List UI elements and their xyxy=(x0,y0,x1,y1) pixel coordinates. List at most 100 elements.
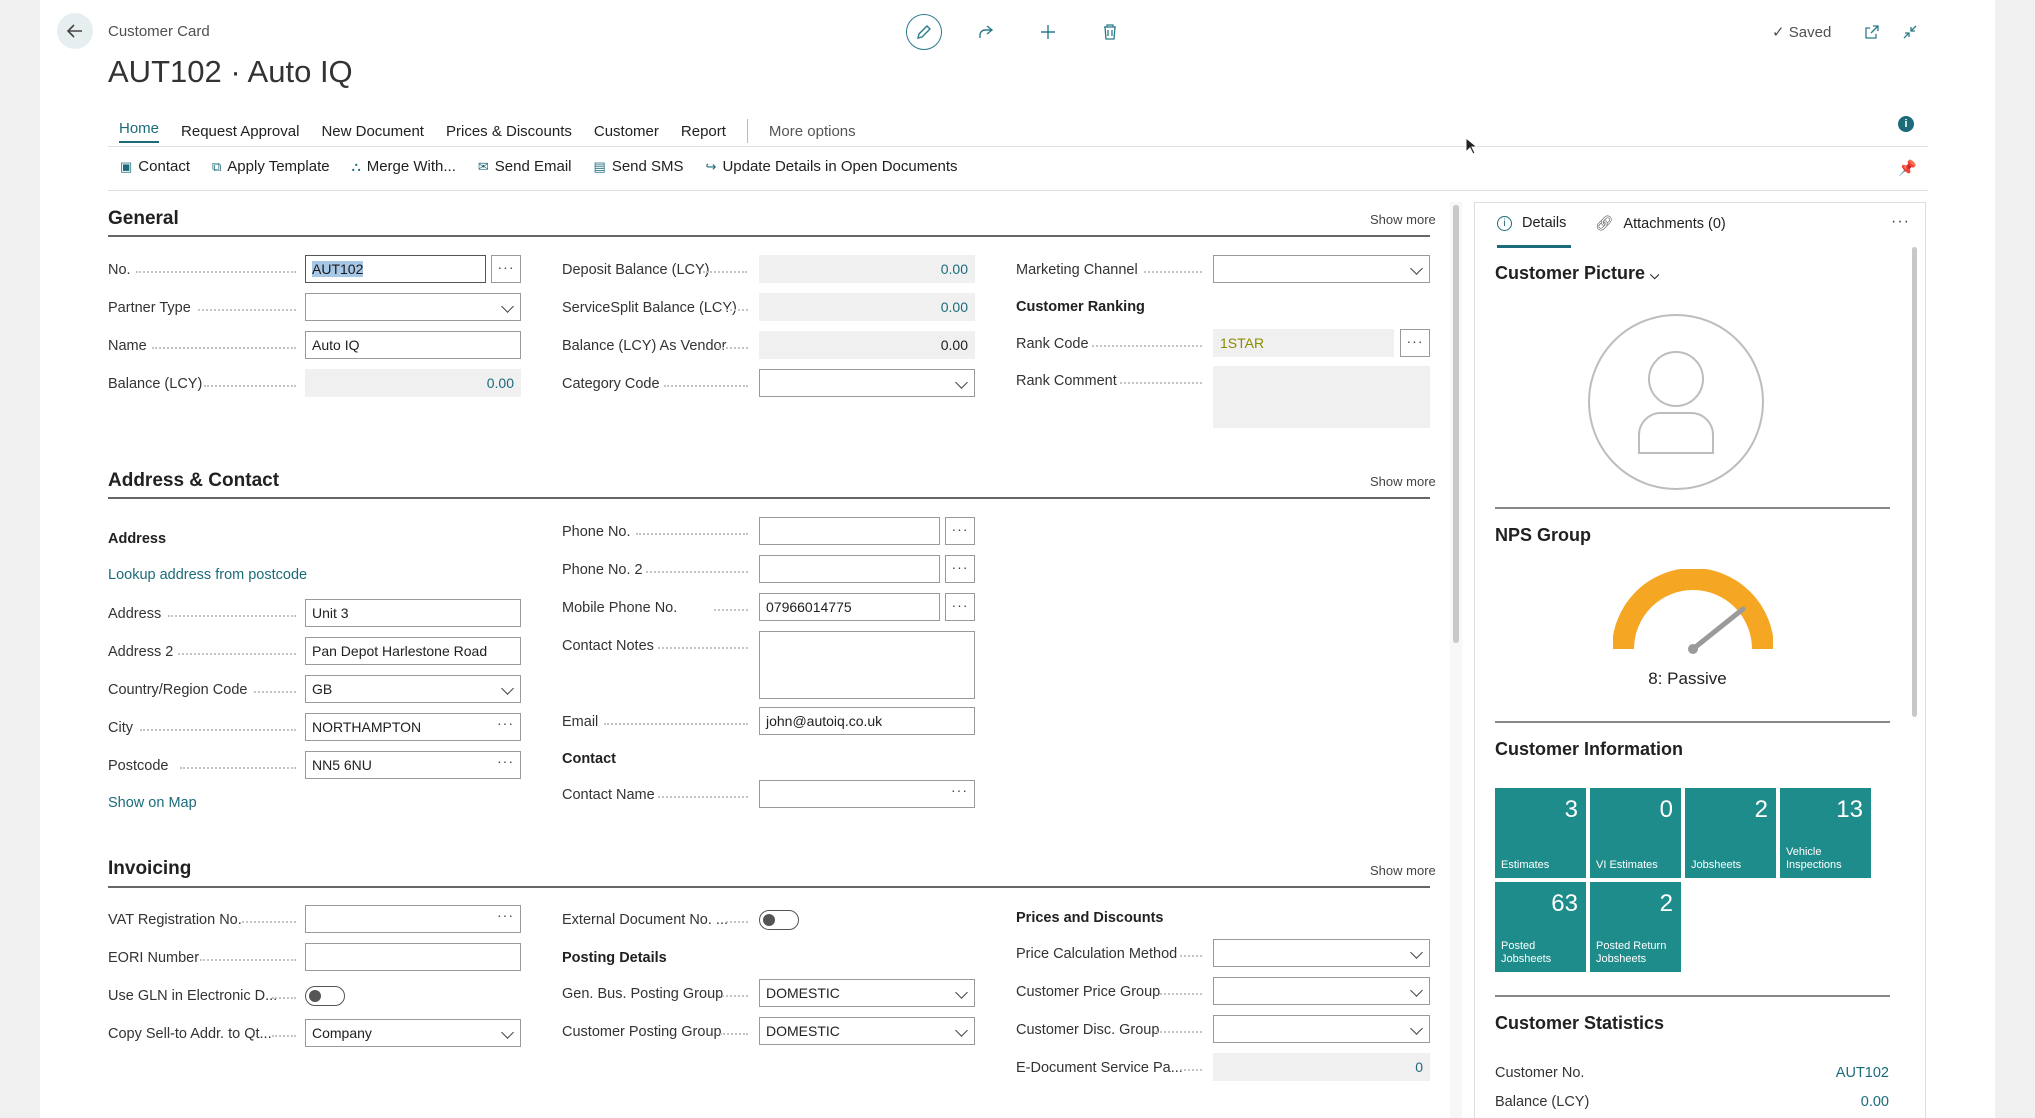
factbox-scrollbar[interactable] xyxy=(1912,247,1917,717)
page-scrollbar[interactable] xyxy=(1450,202,1462,1118)
chevron-down-icon xyxy=(1410,984,1423,997)
extdoc-toggle[interactable] xyxy=(759,910,799,930)
balvendor-value[interactable]: 0.00 xyxy=(759,331,975,359)
menu-request-approval[interactable]: Request Approval xyxy=(181,123,299,140)
ellipsis-icon[interactable]: ··· xyxy=(497,907,514,923)
scrollbar-thumb[interactable] xyxy=(1453,205,1459,643)
no-input[interactable]: AUT102 xyxy=(305,255,486,283)
marketing-select[interactable] xyxy=(1213,255,1430,283)
contact-name-input[interactable]: ··· xyxy=(759,780,975,808)
email-input[interactable]: john@autoiq.co.uk xyxy=(759,707,975,735)
tile-posted-jobsheets[interactable]: 63 Posted Jobsheets xyxy=(1495,882,1586,972)
custprice-select[interactable] xyxy=(1213,977,1430,1005)
section-divider xyxy=(108,886,1430,888)
custpost-select[interactable]: DOMESTIC xyxy=(759,1017,975,1045)
delete-button[interactable] xyxy=(1092,14,1128,50)
section-invoicing-title[interactable]: Invoicing xyxy=(108,858,191,880)
send-sms-action[interactable]: ▤ Send SMS xyxy=(594,158,684,175)
category-select[interactable] xyxy=(759,369,975,397)
gln-toggle[interactable] xyxy=(305,986,345,1006)
genbus-select[interactable]: DOMESTIC xyxy=(759,979,975,1007)
menu-report[interactable]: Report xyxy=(681,123,726,140)
menu-customer[interactable]: Customer xyxy=(594,123,659,140)
share-button[interactable] xyxy=(968,14,1004,50)
mobile-ellipsis-button[interactable]: ··· xyxy=(945,593,975,621)
apply-template-action[interactable]: ⧉ Apply Template xyxy=(212,158,330,175)
stat-customer-no-value[interactable]: AUT102 xyxy=(1836,1065,1889,1081)
tile-vi-estimates[interactable]: 0 VI Estimates xyxy=(1590,788,1681,878)
address-label: Address xyxy=(108,606,162,622)
country-label: Country/Region Code xyxy=(108,682,248,698)
custdisc-label: Customer Disc. Group xyxy=(1016,1022,1160,1038)
rank-comment-value[interactable] xyxy=(1213,366,1430,428)
more-options-icon[interactable]: ··· xyxy=(1891,213,1910,231)
arrow-right-icon: ↪ xyxy=(705,158,717,174)
phone2-input[interactable] xyxy=(759,555,940,583)
address-input[interactable]: Unit 3 xyxy=(305,599,521,627)
ellipsis-icon[interactable]: ··· xyxy=(497,715,514,731)
vat-input[interactable]: ··· xyxy=(305,905,521,933)
menu-more-options[interactable]: More options xyxy=(769,123,856,140)
ellipsis-icon[interactable]: ··· xyxy=(497,753,514,769)
servicesplit-value[interactable]: 0.00 xyxy=(759,293,975,321)
custdisc-select[interactable] xyxy=(1213,1015,1430,1043)
menu-new-document[interactable]: New Document xyxy=(321,123,424,140)
postcode-input[interactable]: NN5 6NU ··· xyxy=(305,751,521,779)
open-new-window-button[interactable] xyxy=(1854,14,1890,50)
stat-balance-value[interactable]: 0.00 xyxy=(1861,1094,1889,1110)
no-ellipsis-button[interactable]: ··· xyxy=(491,255,521,283)
info-icon[interactable]: i xyxy=(1898,116,1914,132)
pricecalc-select[interactable] xyxy=(1213,939,1430,967)
section-address-title[interactable]: Address & Contact xyxy=(108,470,279,492)
section-general-title[interactable]: General xyxy=(108,208,179,230)
edit-button[interactable] xyxy=(906,14,942,50)
rank-code-value[interactable]: 1STAR xyxy=(1213,329,1394,357)
copy-select[interactable]: Company xyxy=(305,1019,521,1047)
invoicing-show-more[interactable]: Show more xyxy=(1370,863,1436,878)
tab-details[interactable]: i Details xyxy=(1497,215,1566,231)
general-show-more[interactable]: Show more xyxy=(1370,212,1436,227)
new-button[interactable] xyxy=(1030,14,1066,50)
city-label: City xyxy=(108,720,133,736)
eori-input[interactable] xyxy=(305,943,521,971)
tile-posted-return-jobsheets[interactable]: 2 Posted Return Jobsheets xyxy=(1590,882,1681,972)
contact-action[interactable]: ▣ Contact xyxy=(120,158,190,175)
tile-estimates[interactable]: 3 Estimates xyxy=(1495,788,1586,878)
balance-value[interactable]: 0.00 xyxy=(305,369,521,397)
back-button[interactable] xyxy=(57,13,93,49)
menu-prices-discounts[interactable]: Prices & Discounts xyxy=(446,123,572,140)
picture-title[interactable]: Customer Picture ⌵ xyxy=(1495,263,1659,284)
address2-input[interactable]: Pan Depot Harlestone Road xyxy=(305,637,521,665)
send-email-action[interactable]: ✉ Send Email xyxy=(478,158,572,175)
name-input[interactable]: Auto IQ xyxy=(305,331,521,359)
info-outline-icon: i xyxy=(1497,215,1512,231)
collapse-button[interactable] xyxy=(1892,14,1928,50)
mobile-input[interactable]: 07966014775 xyxy=(759,593,940,621)
leader-dots xyxy=(636,525,748,535)
partner-type-select[interactable] xyxy=(305,293,521,321)
chevron-down-icon xyxy=(955,986,968,999)
edoc-value[interactable]: 0 xyxy=(1213,1053,1430,1081)
deposit-value[interactable]: 0.00 xyxy=(759,255,975,283)
merge-with-action[interactable]: ⛬ Merge With... xyxy=(352,158,456,175)
update-details-action[interactable]: ↪ Update Details in Open Documents xyxy=(706,158,958,175)
tab-attachments[interactable]: 🔗︎ Attachments (0) xyxy=(1595,215,1726,233)
tile-vehicle-inspections[interactable]: 13 Vehicle Inspections xyxy=(1780,788,1871,878)
tile-jobsheets[interactable]: 2 Jobsheets xyxy=(1685,788,1776,878)
lookup-postcode-link[interactable]: Lookup address from postcode xyxy=(108,567,307,583)
menu-home[interactable]: Home xyxy=(119,120,160,143)
show-on-map-link[interactable]: Show on Map xyxy=(108,795,197,811)
rank-code-ellipsis-button[interactable]: ··· xyxy=(1400,329,1430,357)
contact-notes-input[interactable] xyxy=(759,631,975,699)
pin-icon[interactable]: 📌 xyxy=(1898,159,1917,177)
genbus-label: Gen. Bus. Posting Group xyxy=(562,986,724,1002)
country-select[interactable]: GB xyxy=(305,675,521,703)
edoc-label: E-Document Service Pa... xyxy=(1016,1060,1183,1076)
leader-dots xyxy=(180,759,296,769)
city-input[interactable]: NORTHAMPTON ··· xyxy=(305,713,521,741)
phone2-ellipsis-button[interactable]: ··· xyxy=(945,555,975,583)
phone-input[interactable] xyxy=(759,517,940,545)
ellipsis-icon[interactable]: ··· xyxy=(951,782,968,798)
address-show-more[interactable]: Show more xyxy=(1370,474,1436,489)
phone-ellipsis-button[interactable]: ··· xyxy=(945,517,975,545)
